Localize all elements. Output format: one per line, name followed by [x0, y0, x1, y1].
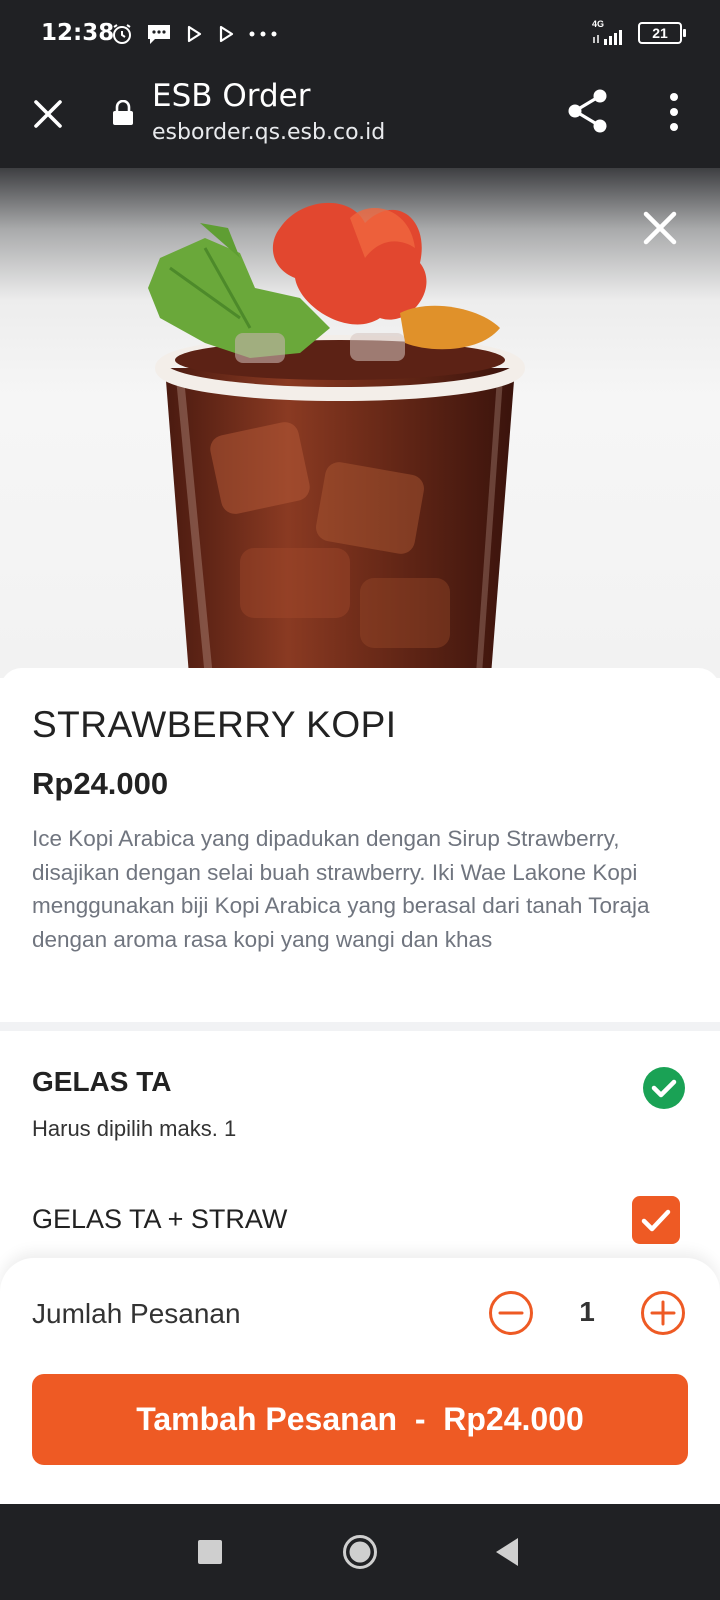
- option-group-title: GELAS TA: [32, 1066, 172, 1097]
- recent-apps-button[interactable]: [198, 1540, 222, 1564]
- back-button[interactable]: [494, 1536, 520, 1568]
- quantity-label: Jumlah Pesanan: [32, 1298, 241, 1329]
- more-notifications-icon: [249, 31, 277, 37]
- play-store-icon: [187, 25, 202, 43]
- status-bar: 12:38 4G 21: [0, 0, 720, 68]
- quantity-value: 1: [579, 1296, 595, 1327]
- lock-icon: [113, 100, 133, 125]
- page-url[interactable]: esborder.qs.esb.co.id: [152, 120, 385, 145]
- decrease-quantity-button[interactable]: [488, 1290, 534, 1336]
- battery-indicator: 21: [638, 21, 686, 44]
- increase-quantity-button[interactable]: [640, 1290, 686, 1336]
- close-icon[interactable]: [30, 96, 66, 132]
- network-type: 4G: [592, 19, 605, 29]
- order-panel: Jumlah Pesanan 1 Tambah Pesanan - Rp24.0…: [0, 1258, 720, 1504]
- close-icon[interactable]: [640, 208, 680, 248]
- status-time: 12:38: [41, 20, 115, 46]
- product-name: STRAWBERRY KOPI: [32, 704, 397, 745]
- system-navigation-bar: [0, 1504, 720, 1600]
- home-button[interactable]: [342, 1534, 378, 1570]
- product-description: Ice Kopi Arabica yang dipadukan dengan S…: [32, 826, 650, 952]
- check-circle-icon: [643, 1067, 685, 1109]
- share-icon[interactable]: [566, 88, 610, 134]
- message-icon: [148, 25, 170, 44]
- add-to-order-button[interactable]: Tambah Pesanan - Rp24.000: [32, 1374, 688, 1465]
- product-price: Rp24.000: [32, 766, 169, 801]
- signal-icon: [593, 30, 622, 45]
- page-title: ESB Order: [152, 78, 311, 114]
- add-to-order-label: Tambah Pesanan -: [136, 1401, 444, 1437]
- option-label[interactable]: GELAS TA + STRAW: [32, 1204, 287, 1235]
- alarm-icon: [113, 24, 131, 44]
- iced-coffee-drink-illustration: [148, 202, 525, 678]
- more-options-icon[interactable]: [662, 92, 686, 132]
- play-store-icon: [219, 25, 234, 43]
- browser-toolbar: ESB Order esborder.qs.esb.co.id: [0, 68, 720, 168]
- option-group-subtitle: Harus dipilih maks. 1: [32, 1116, 237, 1141]
- add-to-order-price: Rp24.000: [443, 1401, 584, 1437]
- product-image: [0, 168, 720, 678]
- section-divider: [0, 1022, 720, 1031]
- option-checkbox[interactable]: [632, 1196, 680, 1244]
- checkmark-icon: [641, 1209, 671, 1232]
